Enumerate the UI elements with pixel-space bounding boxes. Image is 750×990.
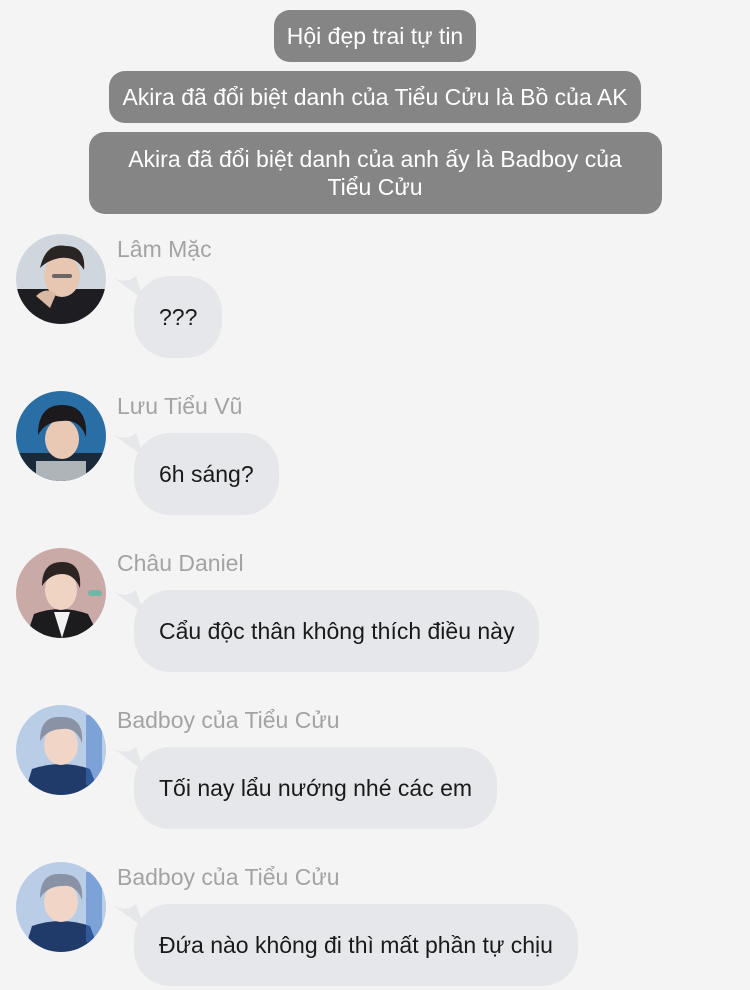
- sender-name: Badboy của Tiểu Cửu: [117, 864, 340, 890]
- message-text: Đứa nào không đi thì mất phần tự chịu: [159, 931, 553, 958]
- system-notice-nickname-change: Akira đã đổi biệt danh của Tiểu Cửu là B…: [0, 71, 750, 123]
- message-bubble[interactable]: 6h sáng?: [134, 433, 279, 515]
- message-text: Tối nay lẩu nướng nhé các em: [159, 774, 473, 801]
- message-text: 6h sáng?: [159, 460, 254, 487]
- system-notice-group-name: Hội đẹp trai tự tin: [0, 10, 750, 62]
- message-bubble[interactable]: ???: [134, 276, 223, 358]
- system-notice: Akira đã đổi biệt danh của Tiểu Cửu là B…: [109, 71, 641, 123]
- sender-name: Lâm Mặc: [117, 236, 212, 262]
- avatar[interactable]: [16, 234, 106, 324]
- system-notice: Akira đã đổi biệt danh của anh ấy là Bad…: [88, 132, 662, 214]
- avatar[interactable]: [16, 705, 106, 795]
- message-text: ???: [159, 303, 198, 330]
- avatar[interactable]: [16, 391, 106, 481]
- avatar[interactable]: [16, 862, 106, 952]
- message-bubble[interactable]: Đứa nào không đi thì mất phần tự chịu: [134, 904, 578, 986]
- avatar[interactable]: [16, 548, 106, 638]
- message-bubble[interactable]: Tối nay lẩu nướng nhé các em: [134, 747, 498, 829]
- sender-name: Badboy của Tiểu Cửu: [117, 707, 340, 733]
- message-text: Cẩu độc thân không thích điều này: [159, 617, 515, 644]
- message-bubble[interactable]: Cẩu độc thân không thích điều này: [134, 590, 540, 672]
- system-notice-nickname-change: Akira đã đổi biệt danh của anh ấy là Bad…: [0, 132, 750, 214]
- sender-name: Châu Daniel: [117, 550, 244, 576]
- sender-name: Lưu Tiểu Vũ: [117, 393, 243, 419]
- system-notice: Hội đẹp trai tự tin: [273, 10, 477, 62]
